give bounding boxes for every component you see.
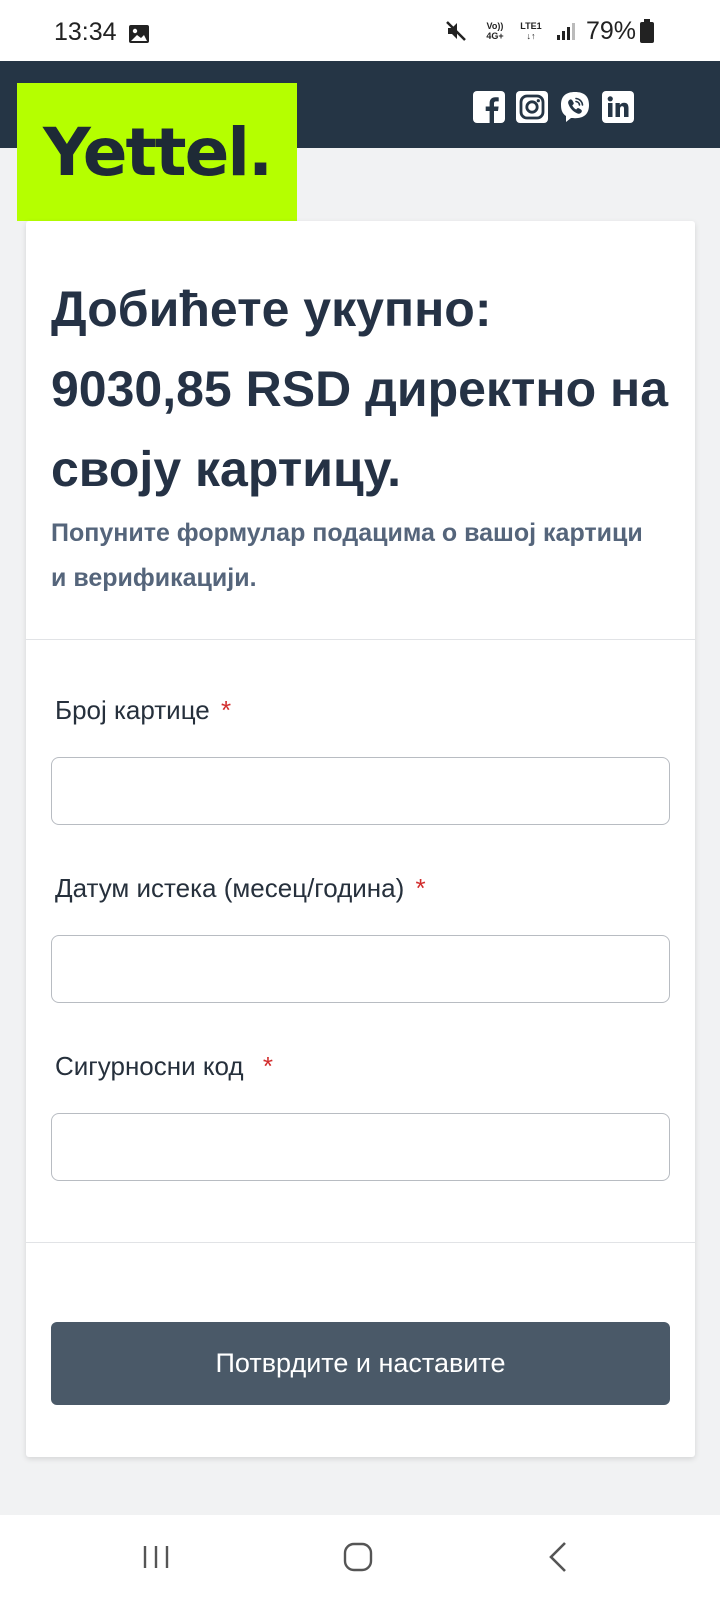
status-bar: 13:34 Vo)) 4G+ LTE1 ↓↑ 79%	[0, 0, 720, 61]
expiry-date-label: Датум истека (месец/година) *	[55, 873, 426, 904]
required-mark: *	[262, 1051, 273, 1081]
security-code-input[interactable]	[51, 1113, 670, 1181]
instagram-icon[interactable]	[516, 91, 548, 123]
required-mark: *	[221, 695, 232, 725]
card-number-label: Број картице *	[55, 695, 231, 726]
gallery-icon	[129, 25, 149, 43]
payment-form-card: Добићете укупно: 9030,85 RSD директно на…	[26, 221, 695, 1457]
facebook-icon[interactable]	[473, 91, 505, 123]
network-indicator: Vo)) 4G+ LTE1 ↓↑	[478, 21, 546, 41]
status-icons: Vo)) 4G+ LTE1 ↓↑ 79%	[444, 16, 654, 46]
back-icon[interactable]	[540, 1537, 580, 1577]
logo-text: Yettel.	[42, 113, 273, 191]
yettel-logo[interactable]: Yettel.	[17, 83, 297, 221]
signal-icon	[556, 23, 575, 40]
security-code-label-text: Сигурносни код	[55, 1051, 244, 1081]
system-nav-bar	[0, 1515, 720, 1600]
card-number-label-text: Број картице	[55, 695, 210, 725]
home-icon[interactable]	[338, 1537, 378, 1577]
expiry-date-label-text: Датум истека (месец/година)	[55, 873, 405, 903]
social-links	[473, 91, 634, 123]
status-time: 13:34	[54, 18, 117, 46]
network-type-bottom: LTE1 ↓↑	[520, 21, 542, 41]
linkedin-icon[interactable]	[602, 91, 634, 123]
form-subtitle: Попуните формулар подацима о вашој карти…	[51, 519, 643, 592]
divider	[26, 639, 695, 640]
expiry-date-input[interactable]	[51, 935, 670, 1003]
viber-icon[interactable]	[559, 91, 591, 123]
network-type-top: Vo)) 4G+	[486, 21, 504, 41]
confirm-continue-button[interactable]: Потврдите и наставите	[51, 1322, 670, 1405]
battery-percent: 79%	[585, 16, 636, 45]
page-title: Добићете укупно: 9030,85 RSD директно на…	[51, 281, 669, 497]
card-number-input[interactable]	[51, 757, 670, 825]
required-mark: *	[415, 873, 426, 903]
security-code-label: Сигурносни код *	[55, 1051, 273, 1082]
mute-icon	[446, 21, 466, 41]
recent-apps-icon[interactable]	[137, 1537, 177, 1577]
battery-icon	[640, 19, 654, 43]
divider	[26, 1242, 695, 1243]
